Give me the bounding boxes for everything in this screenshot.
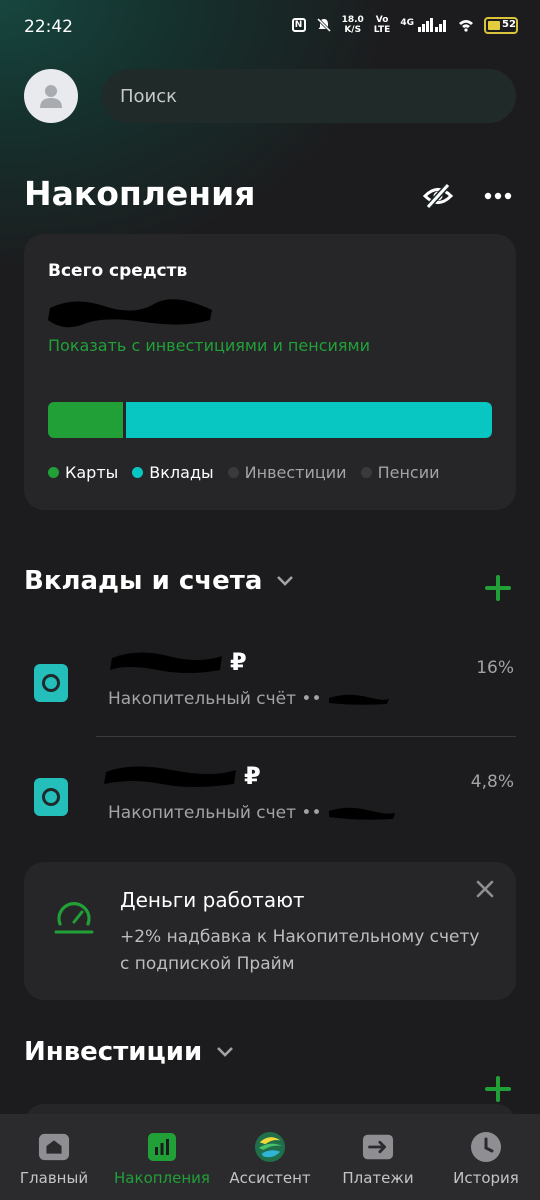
- promo-text: +2% надбавка к Накопительному счету с по…: [120, 927, 480, 974]
- mute-bell-icon: [316, 17, 332, 33]
- legend-label: Инвестиции: [244, 463, 347, 482]
- redacted-account-number: [329, 807, 396, 820]
- currency-symbol: ₽: [244, 762, 261, 790]
- legend-pensions: Пенсии: [360, 463, 440, 482]
- distribution-legend: Карты Вклады Инвестиции Пенсии: [48, 463, 440, 482]
- search-input[interactable]: [102, 69, 516, 123]
- battery-level: 52: [502, 18, 516, 30]
- history-clock-icon: [470, 1131, 502, 1163]
- account-rate: 16%: [476, 658, 514, 678]
- promo-card[interactable]: Деньги работают +2% надбавка к Накопител…: [24, 862, 516, 1000]
- home-icon: [38, 1131, 70, 1163]
- account-name-text: Накопительный счет ••: [108, 803, 322, 823]
- legend-investments: Инвестиции: [227, 463, 347, 482]
- legend-dot: [48, 467, 59, 478]
- redacted-amount: [104, 766, 236, 787]
- add-deposit-icon[interactable]: [483, 573, 513, 603]
- add-investment-icon[interactable]: [483, 1074, 513, 1104]
- investments-section-title: Инвестиции: [24, 1037, 203, 1067]
- cards-segment: [48, 402, 124, 438]
- nav-label: История: [453, 1169, 519, 1187]
- bottom-navigation: Главный Накопления Ассистент Платежи Ист…: [0, 1114, 540, 1200]
- account-name: Накопительный счет ••: [108, 803, 397, 823]
- legend-deposits: Вклады: [132, 463, 214, 482]
- redacted-amount: [110, 652, 222, 673]
- hide-balance-icon[interactable]: [420, 178, 456, 214]
- assistant-icon: [254, 1131, 286, 1163]
- nav-label: Платежи: [342, 1169, 414, 1187]
- nav-home[interactable]: Главный: [0, 1114, 108, 1200]
- show-investments-link[interactable]: Показать с инвестициями и пенсиями: [48, 336, 370, 355]
- legend-dot: [227, 467, 239, 478]
- speed-unit: K/S: [344, 25, 362, 35]
- wifi-icon: [458, 18, 474, 32]
- savings-chart-icon: [146, 1131, 178, 1163]
- volte-bottom: LTE: [373, 25, 391, 35]
- volte-top: Vo: [375, 15, 389, 25]
- divider: [96, 736, 516, 737]
- currency-symbol: ₽: [230, 648, 247, 676]
- gauge-icon: [54, 902, 94, 934]
- account-amount: ₽: [108, 648, 247, 676]
- account-name-text: Накопительный счёт ••: [108, 689, 322, 709]
- speed-value: 18.0: [341, 15, 364, 25]
- nav-payments[interactable]: Платежи: [324, 1114, 432, 1200]
- nav-label: Главный: [19, 1169, 89, 1187]
- account-rate: 4,8%: [470, 772, 514, 792]
- network-gen: 4G: [400, 18, 414, 28]
- deposits-section-header[interactable]: Вклады и счета: [24, 566, 294, 596]
- legend-label: Карты: [65, 463, 119, 482]
- nav-history[interactable]: История: [432, 1114, 540, 1200]
- status-time: 22:42: [24, 17, 73, 37]
- chevron-down-icon: [217, 1047, 234, 1057]
- legend-dot: [360, 467, 372, 478]
- legend-cards: Карты: [48, 463, 118, 482]
- nav-label: Ассистент: [229, 1169, 311, 1187]
- investments-section-header[interactable]: Инвестиции: [24, 1037, 234, 1067]
- account-amount: ₽: [102, 762, 261, 790]
- user-icon: [40, 85, 62, 108]
- total-funds-card[interactable]: Всего средств Показать с инвестициями и …: [24, 234, 516, 510]
- nav-assistant[interactable]: Ассистент: [216, 1114, 324, 1200]
- promo-title: Деньги работают: [120, 888, 305, 912]
- account-name: Накопительный счёт ••: [108, 689, 391, 709]
- close-icon[interactable]: [472, 876, 498, 902]
- redacted-account-number: [329, 694, 390, 705]
- distribution-bar: [48, 402, 492, 438]
- nav-savings[interactable]: Накопления: [108, 1114, 216, 1200]
- status-icons: N 18.0 K/S Vo LTE 4G 52: [291, 15, 518, 35]
- account-row[interactable]: ₽ Накопительный счет •• 4,8%: [0, 754, 540, 866]
- legend-label: Вклады: [149, 463, 214, 482]
- page-title: Накопления: [24, 174, 256, 213]
- search-bar[interactable]: [102, 69, 516, 123]
- signal-icon: 4G: [400, 18, 448, 32]
- legend-label: Пенсии: [377, 463, 440, 482]
- safe-icon: [34, 664, 68, 702]
- more-options-icon[interactable]: [480, 178, 516, 214]
- nfc-icon: N: [291, 18, 306, 32]
- safe-icon: [34, 778, 68, 816]
- nav-label: Накопления: [114, 1169, 210, 1187]
- legend-dot: [132, 467, 144, 478]
- status-bar: 22:42 N 18.0 K/S Vo LTE 4G 52: [0, 0, 540, 56]
- redacted-amount: [48, 299, 212, 328]
- deposits-section-title: Вклады и счета: [24, 566, 263, 596]
- payments-arrow-icon: [362, 1131, 394, 1163]
- deposits-segment: [126, 402, 492, 438]
- battery-icon: 52: [484, 16, 518, 34]
- volte-indicator: Vo LTE: [374, 15, 391, 35]
- profile-avatar[interactable]: [24, 69, 78, 123]
- chevron-down-icon: [277, 576, 294, 586]
- network-speed: 18.0 K/S: [342, 15, 364, 35]
- total-funds-label: Всего средств: [48, 261, 188, 281]
